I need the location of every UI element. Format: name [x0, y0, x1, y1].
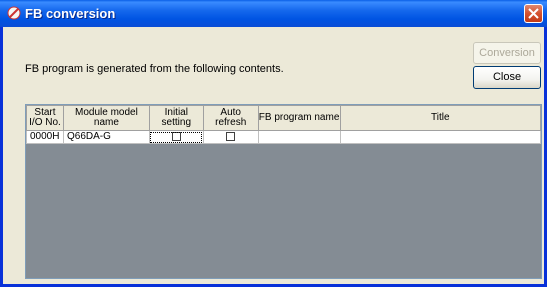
- fb-conversion-icon: [7, 6, 21, 20]
- header-start-io[interactable]: Start I/O No.: [26, 105, 64, 131]
- cell-start-io[interactable]: 0000H: [26, 130, 64, 144]
- module-table: Start I/O No. Module model name Initial …: [26, 105, 541, 144]
- fb-module-grid[interactable]: Start I/O No. Module model name Initial …: [25, 104, 542, 279]
- header-title[interactable]: Title: [339, 105, 541, 131]
- window-title: FB conversion: [25, 6, 116, 21]
- header-fb-program-name[interactable]: FB program name: [257, 105, 341, 131]
- cell-fb-program-name[interactable]: [257, 130, 341, 144]
- cell-title[interactable]: [339, 130, 541, 144]
- auto-refresh-checkbox[interactable]: [226, 131, 236, 141]
- cell-initial-setting[interactable]: [148, 130, 204, 144]
- cell-auto-refresh[interactable]: [202, 130, 259, 144]
- close-icon: [528, 8, 539, 19]
- cell-module-model[interactable]: Q66DA-G: [62, 130, 150, 144]
- close-button[interactable]: Close: [473, 66, 541, 89]
- table-row[interactable]: 0000H Q66DA-G: [26, 130, 541, 144]
- title-bar[interactable]: FB conversion: [0, 0, 547, 27]
- header-initial-setting[interactable]: Initial setting: [148, 105, 204, 131]
- fb-conversion-dialog: FB conversion FB program is generated fr…: [0, 0, 547, 287]
- header-auto-refresh[interactable]: Auto refresh: [202, 105, 259, 131]
- conversion-button[interactable]: Conversion: [473, 42, 541, 64]
- initial-setting-checkbox[interactable]: [171, 131, 181, 141]
- description-text: FB program is generated from the followi…: [25, 63, 284, 75]
- window-close-button[interactable]: [524, 4, 543, 23]
- table-header-row: Start I/O No. Module model name Initial …: [26, 105, 541, 131]
- header-module-model[interactable]: Module model name: [62, 105, 150, 131]
